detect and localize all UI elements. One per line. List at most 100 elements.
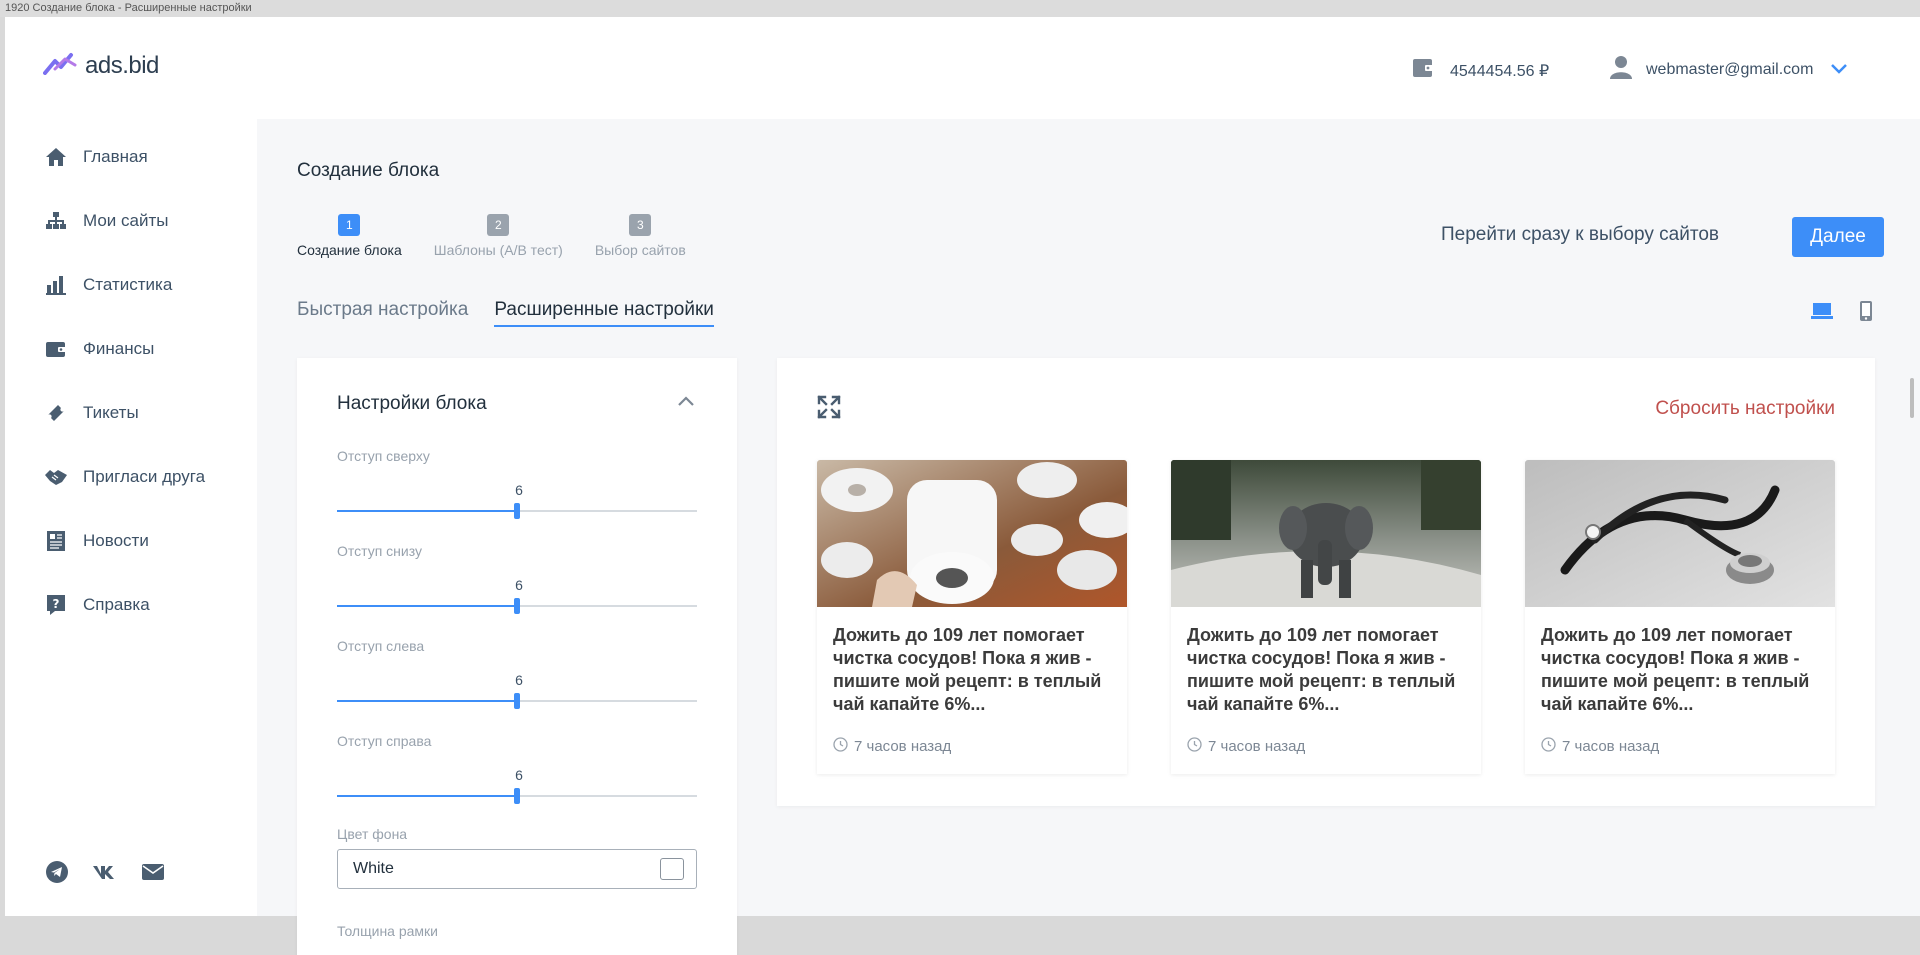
ad-card-time-text: 7 часов назад xyxy=(1562,738,1660,755)
slider-fill xyxy=(337,795,517,797)
slider-handle[interactable] xyxy=(514,503,520,519)
newspaper-icon xyxy=(44,529,68,553)
padding-right-slider[interactable] xyxy=(337,788,697,804)
ad-card-text: Дожить до 109 лет помогает чистка сосудо… xyxy=(833,625,1102,714)
sidebar-item-statistics[interactable]: Статистика xyxy=(5,253,257,317)
preview-panel: Сбросить настройки Дожить до 109 лет пом… xyxy=(777,358,1875,806)
skip-to-sites-link[interactable]: Перейти сразу к выбору сайтов xyxy=(1441,224,1719,246)
scrollbar-thumb[interactable] xyxy=(1910,378,1914,418)
sidebar-item-home[interactable]: Главная xyxy=(5,125,257,189)
logo-mark-icon xyxy=(43,51,83,80)
sitemap-icon xyxy=(44,209,68,233)
chevron-up-icon[interactable] xyxy=(677,394,695,412)
device-switch xyxy=(1811,300,1873,322)
sidebar-item-news[interactable]: Новости xyxy=(5,509,257,573)
sidebar-nav: Главная Мои сайты Статистика Финансы Тик… xyxy=(5,125,257,637)
ad-card-time: 7 часов назад xyxy=(1525,737,1835,756)
step-select-sites[interactable]: 3 Выбор сайтов xyxy=(595,214,686,258)
sidebar-item-label: Справка xyxy=(83,595,150,614)
tab-quick-settings[interactable]: Быстрая настройка xyxy=(297,299,468,327)
bg-color-value: White xyxy=(353,860,394,877)
padding-left-slider[interactable] xyxy=(337,693,697,709)
slider-value: 6 xyxy=(515,672,523,688)
stepper: 1 Создание блока 2 Шаблоны (А/В тест) 3 … xyxy=(297,214,718,258)
sidebar-item-my-sites[interactable]: Мои сайты xyxy=(5,189,257,253)
slider-handle[interactable] xyxy=(514,693,520,709)
slider-handle[interactable] xyxy=(514,598,520,614)
slider-value: 6 xyxy=(515,482,523,498)
padding-left-slider-group: Отступ слева 6 xyxy=(337,638,697,709)
padding-right-slider-group: Отступ справа 6 xyxy=(337,733,697,804)
settings-title: Настройки блока xyxy=(337,393,487,414)
bg-color-input[interactable]: White xyxy=(337,849,697,889)
user-email: webmaster@gmail.com xyxy=(1646,60,1814,78)
block-settings-panel: Настройки блока Отступ сверху 6 Отступ с… xyxy=(297,358,737,955)
tab-advanced-settings[interactable]: Расширенные настройки xyxy=(494,299,714,327)
sidebar-item-help[interactable]: ? Справка xyxy=(5,573,257,637)
mail-icon[interactable] xyxy=(140,859,166,885)
padding-top-slider[interactable] xyxy=(337,503,697,519)
sidebar-item-finance[interactable]: Финансы xyxy=(5,317,257,381)
ad-card-time-text: 7 часов назад xyxy=(1208,738,1306,755)
sidebar-item-invite[interactable]: Пригласи друга xyxy=(5,445,257,509)
padding-bottom-slider-group: Отступ снизу 6 xyxy=(337,543,697,614)
sidebar-item-label: Новости xyxy=(83,531,149,550)
step-templates[interactable]: 2 Шаблоны (А/В тест) xyxy=(434,214,563,258)
mobile-icon[interactable] xyxy=(1859,300,1873,322)
ad-card[interactable]: Дожить до 109 лет помогает чистка сосудо… xyxy=(817,460,1127,774)
bar-chart-icon xyxy=(44,273,68,297)
logo-text: ads.bid xyxy=(85,51,159,79)
page-title: Создание блока xyxy=(297,160,440,181)
sidebar-item-label: Мои сайты xyxy=(83,211,169,230)
ad-card-time-text: 7 часов назад xyxy=(854,738,952,755)
chevron-down-icon[interactable] xyxy=(1831,61,1848,79)
slider-fill xyxy=(337,700,517,702)
sidebar-item-tickets[interactable]: Тикеты xyxy=(5,381,257,445)
ad-card-text: Дожить до 109 лет помогает чистка сосудо… xyxy=(1187,625,1456,714)
balance[interactable]: 4544454.56 ₽ xyxy=(1412,57,1549,84)
clock-icon xyxy=(833,737,848,756)
vk-icon[interactable] xyxy=(92,859,118,885)
wallet-icon xyxy=(1412,57,1434,84)
expand-icon[interactable] xyxy=(817,395,841,424)
padding-bottom-slider[interactable] xyxy=(337,598,697,614)
ad-card[interactable]: Дожить до 109 лет помогает чистка сосудо… xyxy=(1171,460,1481,774)
next-button[interactable]: Далее xyxy=(1792,217,1884,257)
sidebar-item-label: Пригласи друга xyxy=(83,467,206,486)
main-content: Создание блока 1 Создание блока 2 Шаблон… xyxy=(257,119,1920,955)
user-menu[interactable]: webmaster@gmail.com xyxy=(1610,55,1848,84)
sidebar: ads.bid Главная Мои сайты Статистика Фин… xyxy=(5,17,257,916)
clock-icon xyxy=(1187,737,1202,756)
sidebar-item-label: Главная xyxy=(83,147,148,166)
ad-cards: Дожить до 109 лет помогает чистка сосудо… xyxy=(817,460,1835,774)
slider-fill xyxy=(337,605,517,607)
step-create-block[interactable]: 1 Создание блока xyxy=(297,214,402,258)
padding-top-slider-group: Отступ сверху 6 xyxy=(337,448,697,519)
ad-card-time: 7 часов назад xyxy=(817,737,1127,756)
reset-settings-link[interactable]: Сбросить настройки xyxy=(1637,398,1835,420)
ad-card-text: Дожить до 109 лет помогает чистка сосудо… xyxy=(1541,625,1810,714)
desktop-icon[interactable] xyxy=(1811,302,1833,320)
sidebar-item-label: Статистика xyxy=(83,275,173,294)
top-bar: 4544454.56 ₽ webmaster@gmail.com xyxy=(257,17,1920,119)
balance-amount: 4544454.56 ₽ xyxy=(1450,62,1550,80)
settings-tabs: Быстрая настройка Расширенные настройки xyxy=(297,299,740,327)
social-links xyxy=(44,859,166,885)
home-icon xyxy=(44,145,68,169)
logo[interactable]: ads.bid xyxy=(43,51,159,80)
telegram-icon[interactable] xyxy=(44,859,70,885)
slider-label: Отступ справа xyxy=(337,733,432,749)
slider-handle[interactable] xyxy=(514,788,520,804)
step-label: Выбор сайтов xyxy=(594,242,686,258)
slider-label: Отступ слева xyxy=(337,638,425,654)
sidebar-item-label: Тикеты xyxy=(83,403,139,422)
elephant-image xyxy=(1171,460,1481,607)
slider-fill xyxy=(337,510,517,512)
wallet-icon xyxy=(44,337,68,361)
toilet-paper-image xyxy=(817,460,1127,607)
ad-card[interactable]: Дожить до 109 лет помогает чистка сосудо… xyxy=(1525,460,1835,774)
step-label: Создание блока xyxy=(297,242,402,258)
step-number: 1 xyxy=(338,214,361,236)
color-swatch[interactable] xyxy=(660,858,684,880)
slider-label: Отступ сверху xyxy=(337,448,430,464)
